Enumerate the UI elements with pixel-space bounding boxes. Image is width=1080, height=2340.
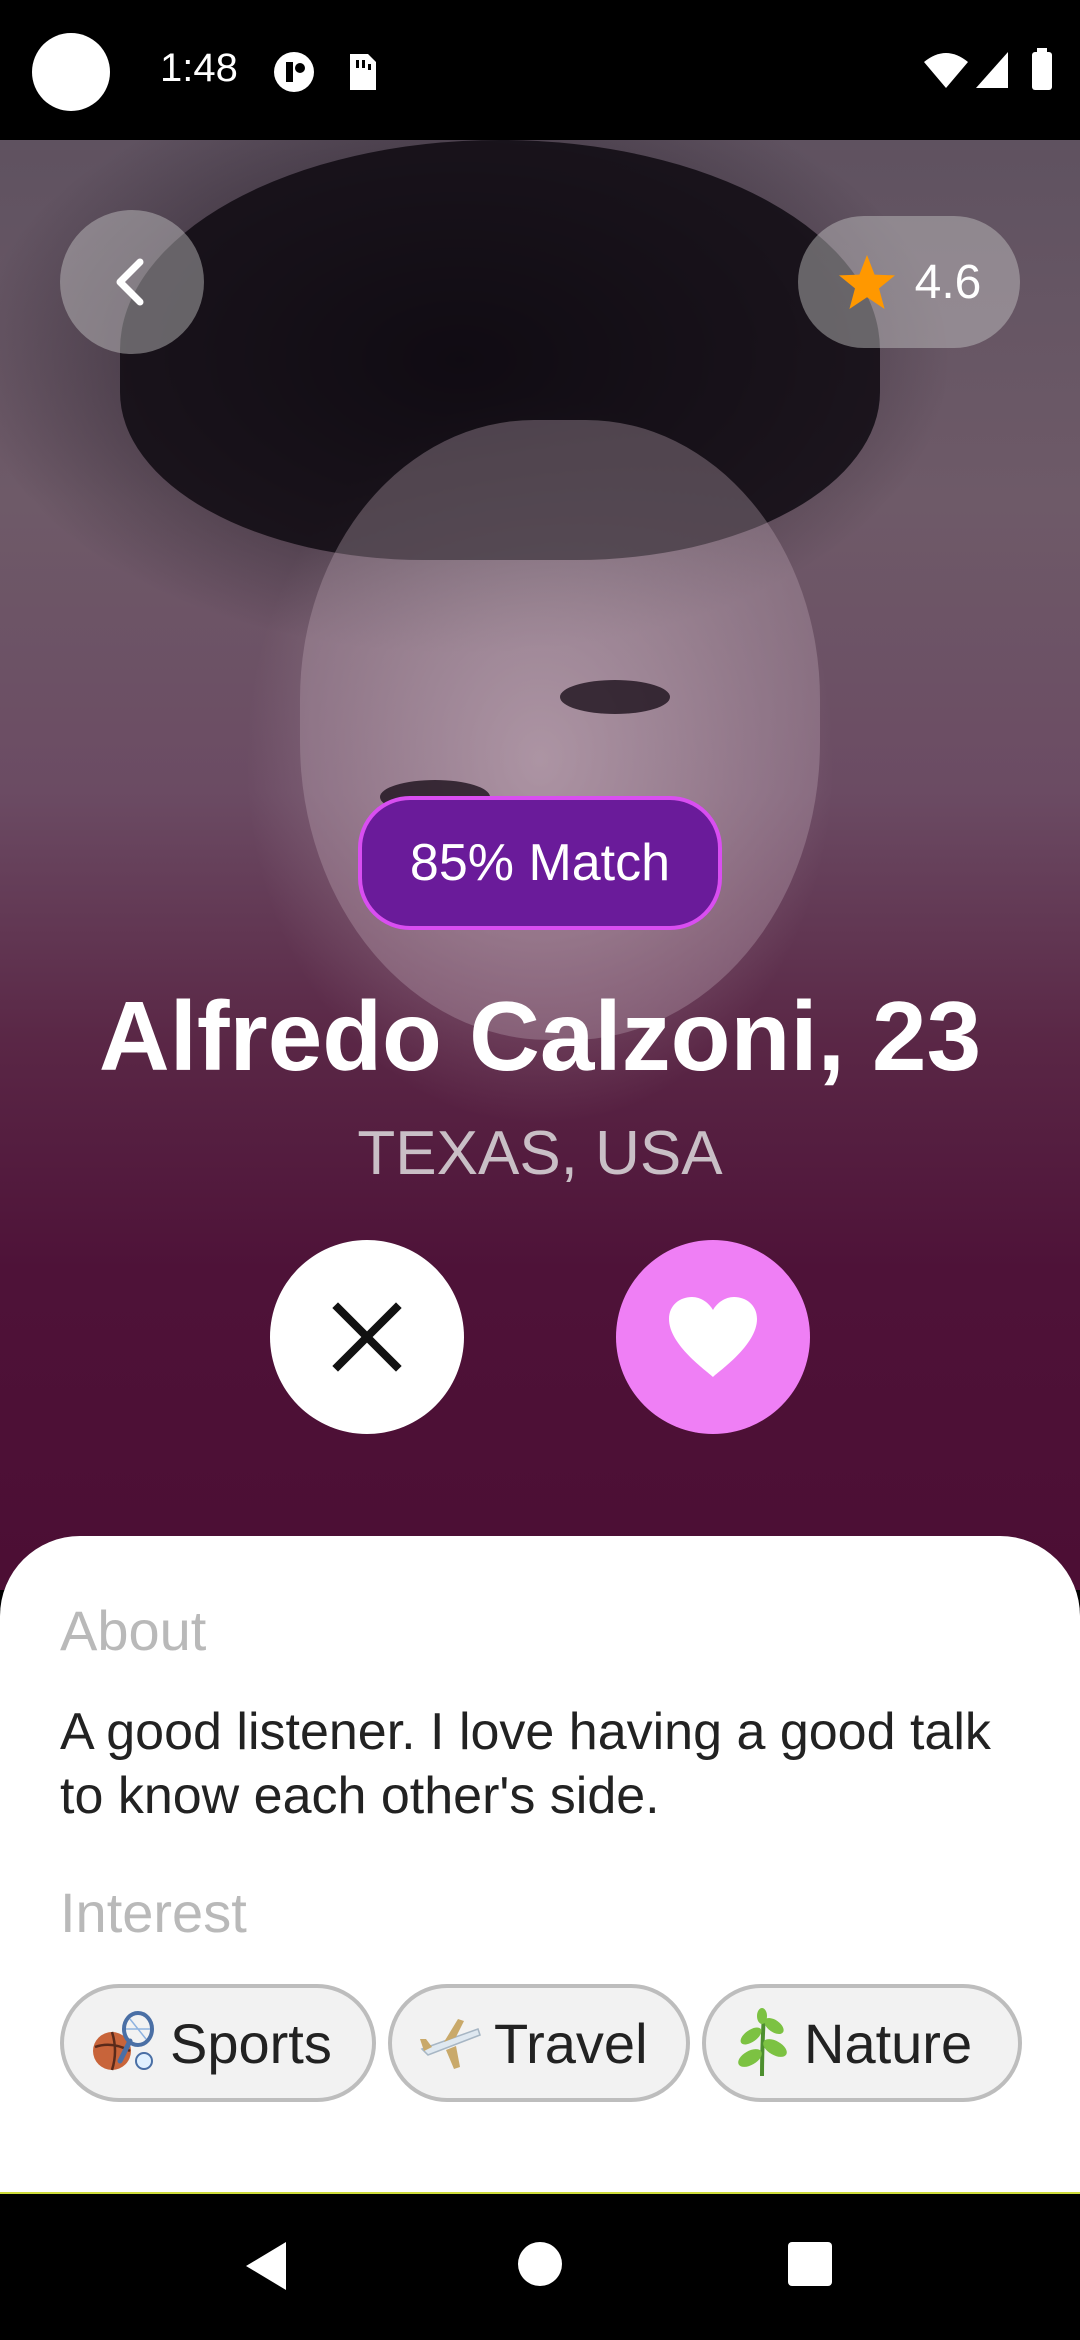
nav-recents-icon[interactable] — [786, 2240, 834, 2288]
nav-home-icon[interactable] — [516, 2240, 564, 2288]
interest-chip-sports[interactable]: Sports — [60, 1984, 376, 2102]
interest-label: Sports — [170, 2011, 332, 2075]
star-icon — [838, 255, 895, 309]
rating-badge: 4.6 — [798, 216, 1020, 348]
battery-icon — [1032, 48, 1052, 90]
wifi-icon — [924, 53, 968, 88]
rating-value: 4.6 — [914, 255, 982, 309]
profile-location: TEXAS, USA — [357, 1119, 723, 1188]
back-button[interactable] — [60, 210, 204, 354]
airplane-icon — [420, 2019, 481, 2069]
notification-icon — [274, 52, 314, 92]
close-icon — [332, 1302, 402, 1372]
heart-icon — [669, 1297, 757, 1377]
camera-dot — [32, 33, 110, 111]
navigation-bar — [0, 2194, 1080, 2340]
sim-card-icon — [350, 54, 376, 90]
nav-back-icon[interactable] — [242, 2240, 290, 2292]
photo-eye-shape — [560, 680, 670, 714]
profile-name: Alfredo Calzoni, 23 — [98, 981, 982, 1091]
like-button[interactable] — [616, 1240, 810, 1434]
chevron-left-icon — [116, 258, 144, 306]
dislike-button[interactable] — [270, 1240, 464, 1434]
status-bar: 1:48 — [0, 0, 1080, 140]
interest-label: Nature — [804, 2011, 973, 2075]
interest-chip-nature[interactable]: Nature — [702, 1984, 1022, 2102]
about-text: A good listener. I love having a good ta… — [60, 1703, 991, 1825]
match-badge: 85% Match — [358, 796, 722, 930]
plant-icon — [738, 2008, 787, 2077]
status-time: 1:48 — [160, 46, 238, 90]
photo-face-shape — [300, 420, 820, 1040]
interest-chip-travel[interactable]: Travel — [388, 1984, 690, 2102]
interest-label: Travel — [494, 2011, 648, 2075]
screen: 1:48 4.6 85% Match Alfredo Calzoni, 23 T… — [0, 0, 1080, 2340]
interest-heading: Interest — [60, 1881, 247, 1944]
about-heading: About — [60, 1599, 207, 1662]
signal-icon — [976, 52, 1008, 88]
sports-icon — [93, 2011, 154, 2071]
interest-chips: Sports Travel Nature — [60, 1984, 1022, 2102]
